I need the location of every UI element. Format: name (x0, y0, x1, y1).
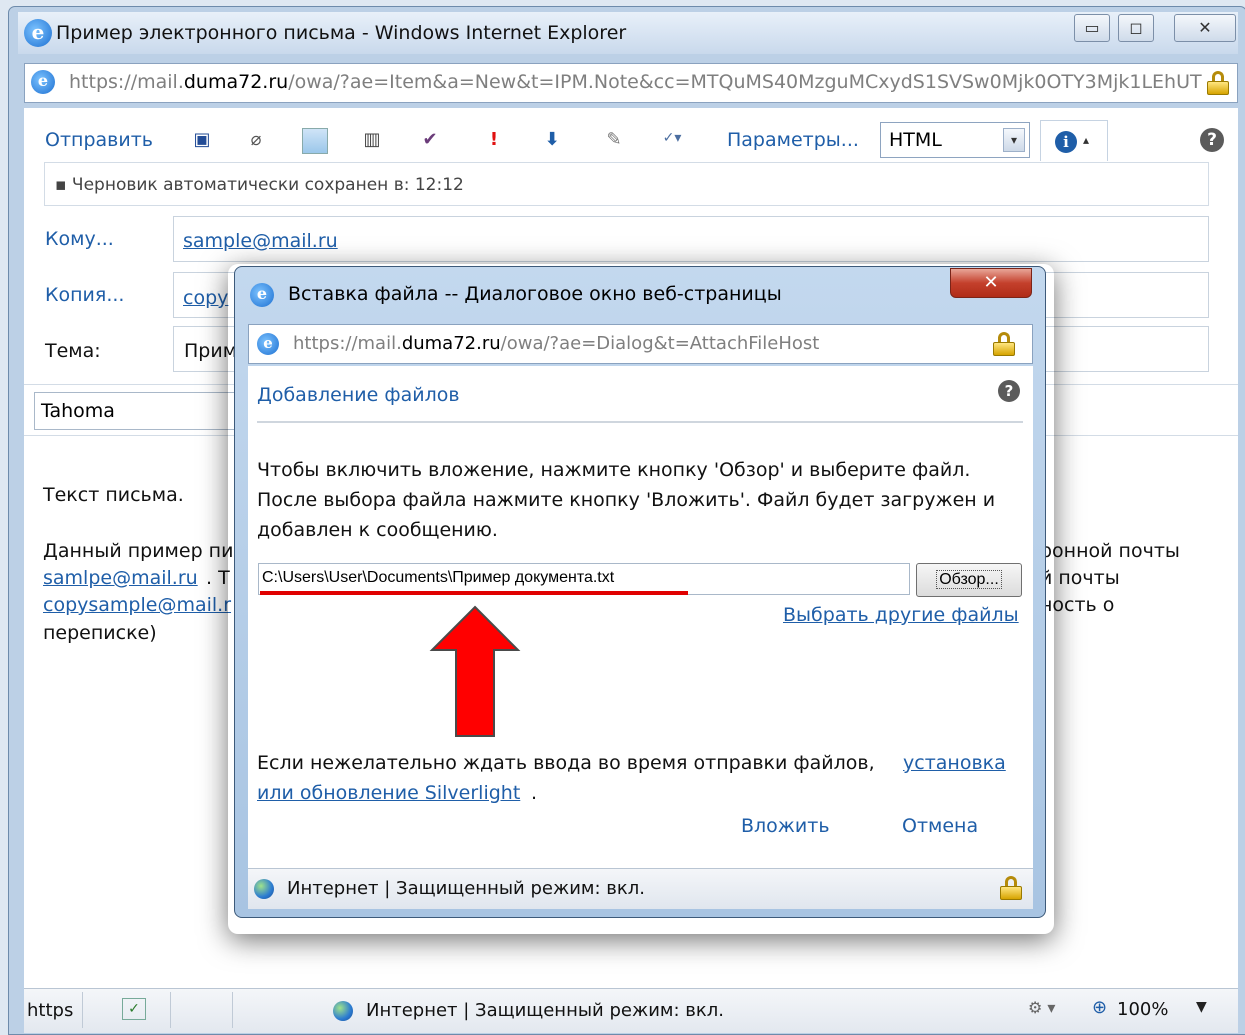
address-book-icon[interactable]: ▥ (360, 128, 384, 152)
low-importance-icon[interactable]: ⬇ (540, 128, 564, 152)
options-button[interactable]: Параметры... (727, 129, 859, 151)
window-title: Пример электронного письма - Windows Int… (56, 22, 627, 44)
internet-zone-icon (333, 1001, 353, 1021)
spell-check-icon[interactable]: ✓▾ (660, 126, 684, 150)
attach-button[interactable]: Вложить (741, 815, 830, 837)
format-select[interactable]: HTML ▾ (880, 122, 1030, 158)
dialog-instruction-3: добавлен к сообщению. (257, 519, 498, 541)
subject-label: Тема: (45, 340, 101, 362)
dialog-status-text: Интернет | Защищенный режим: вкл. (287, 878, 645, 899)
maximize-button[interactable]: ◻ (1118, 14, 1154, 42)
silverlight-install-link[interactable]: установка (903, 752, 1006, 774)
file-path-value: C:\Users\User\Documents\Пример документа… (262, 569, 615, 586)
high-importance-icon[interactable]: ! (482, 128, 506, 152)
to-recipient[interactable]: sample@mail.ru (183, 230, 338, 252)
help-icon[interactable]: ? (1200, 128, 1224, 152)
dialog-page-icon: e (257, 333, 279, 355)
body-line-2: Данный пример пи (43, 540, 234, 562)
red-arrow-icon (429, 605, 521, 737)
zoom-icon: ⊕ (1092, 997, 1108, 1018)
browse-button[interactable]: Обзор... (916, 563, 1022, 597)
status-url: https (27, 1000, 74, 1021)
page-status-icon[interactable]: ✓ (122, 998, 146, 1020)
dialog-instruction-2: После выбора файла нажмите кнопку 'Вложи… (257, 489, 996, 511)
dialog-close-button[interactable]: ✕ (950, 268, 1032, 298)
silverlight-update-link[interactable]: или обновление Silverlight (257, 782, 520, 804)
cc-button[interactable]: Копия... (45, 284, 124, 306)
cc-recipient[interactable]: copy (183, 287, 228, 309)
info-icon: i (1055, 131, 1077, 153)
zoom-dropdown-icon[interactable]: ▼ (1196, 999, 1207, 1015)
dialog-help-icon[interactable]: ? (998, 380, 1020, 402)
info-button[interactable]: i ▴ (1040, 120, 1108, 161)
dialog-url: https://mail.duma72.ru/owa/?ae=Dialog&t=… (293, 333, 820, 354)
status-separator (82, 992, 83, 1028)
to-button[interactable]: Кому... (45, 228, 114, 250)
close-button[interactable]: ✕ (1174, 14, 1236, 42)
font-select-value: Tahoma (41, 400, 115, 422)
dialog-divider (257, 421, 1023, 423)
protected-mode-icon[interactable]: ⚙ ▾ (1028, 998, 1055, 1017)
chevron-up-icon: ▴ (1083, 133, 1090, 147)
dialog-internet-icon (254, 879, 274, 899)
status-separator (170, 992, 171, 1028)
dialog-address-bar: e https://mail.duma72.ru/owa/?ae=Dialog&… (248, 324, 1033, 364)
zoom-level[interactable]: 100% (1117, 999, 1168, 1020)
format-select-value: HTML (889, 129, 942, 151)
address-url: https://mail.duma72.ru/owa/?ae=Item&a=Ne… (69, 71, 1202, 93)
insert-image-icon[interactable] (302, 128, 328, 154)
silverlight-text: Если нежелательно ждать ввода во время о… (257, 752, 875, 774)
body-line-3: . Т (206, 567, 230, 589)
dialog-lock-icon (993, 332, 1015, 356)
minimize-button[interactable]: ▭ (1074, 14, 1110, 42)
address-bar[interactable]: e https://mail.duma72.ru/owa/?ae=Item&a=… (24, 63, 1238, 103)
body-line-5: переписке) (43, 622, 157, 644)
body-line-2-right: ронной почты (1040, 540, 1180, 562)
signature-icon[interactable]: ✎ (602, 128, 626, 152)
font-select[interactable]: Tahoma (34, 392, 244, 430)
body-cc-link[interactable]: copysample@mail.r (43, 594, 231, 616)
body-email-link[interactable]: samlpe@mail.ru (43, 567, 198, 589)
status-zone: Интернет | Защищенный режим: вкл. (366, 1000, 724, 1021)
dialog-status-lock-icon (1000, 876, 1022, 900)
ie-logo-icon: e (24, 19, 52, 47)
dialog-heading: Добавление файлов (257, 384, 460, 406)
attach-icon[interactable]: ⌀ (244, 128, 268, 152)
dialog-ie-icon: e (250, 283, 274, 307)
status-separator (232, 992, 233, 1028)
save-icon[interactable]: ▣ (190, 128, 214, 152)
lock-icon (1207, 71, 1229, 95)
send-button[interactable]: Отправить (45, 129, 153, 151)
page-icon: e (31, 70, 55, 94)
silverlight-period: . (531, 782, 538, 804)
dialog-title: Вставка файла -- Диалоговое окно веб-стр… (288, 283, 782, 305)
cancel-button[interactable]: Отмена (902, 815, 978, 837)
highlight-underline (260, 591, 688, 595)
body-line-1: Текст письма. (43, 484, 184, 506)
draft-notice: ▪ Черновик автоматически сохранен в: 12:… (44, 162, 1209, 206)
chevron-down-icon: ▾ (1003, 128, 1025, 152)
dialog-instruction-1: Чтобы включить вложение, нажмите кнопку … (257, 459, 971, 481)
choose-other-files-link[interactable]: Выбрать другие файлы (783, 604, 1019, 626)
check-names-icon[interactable]: ✔ (418, 128, 442, 152)
